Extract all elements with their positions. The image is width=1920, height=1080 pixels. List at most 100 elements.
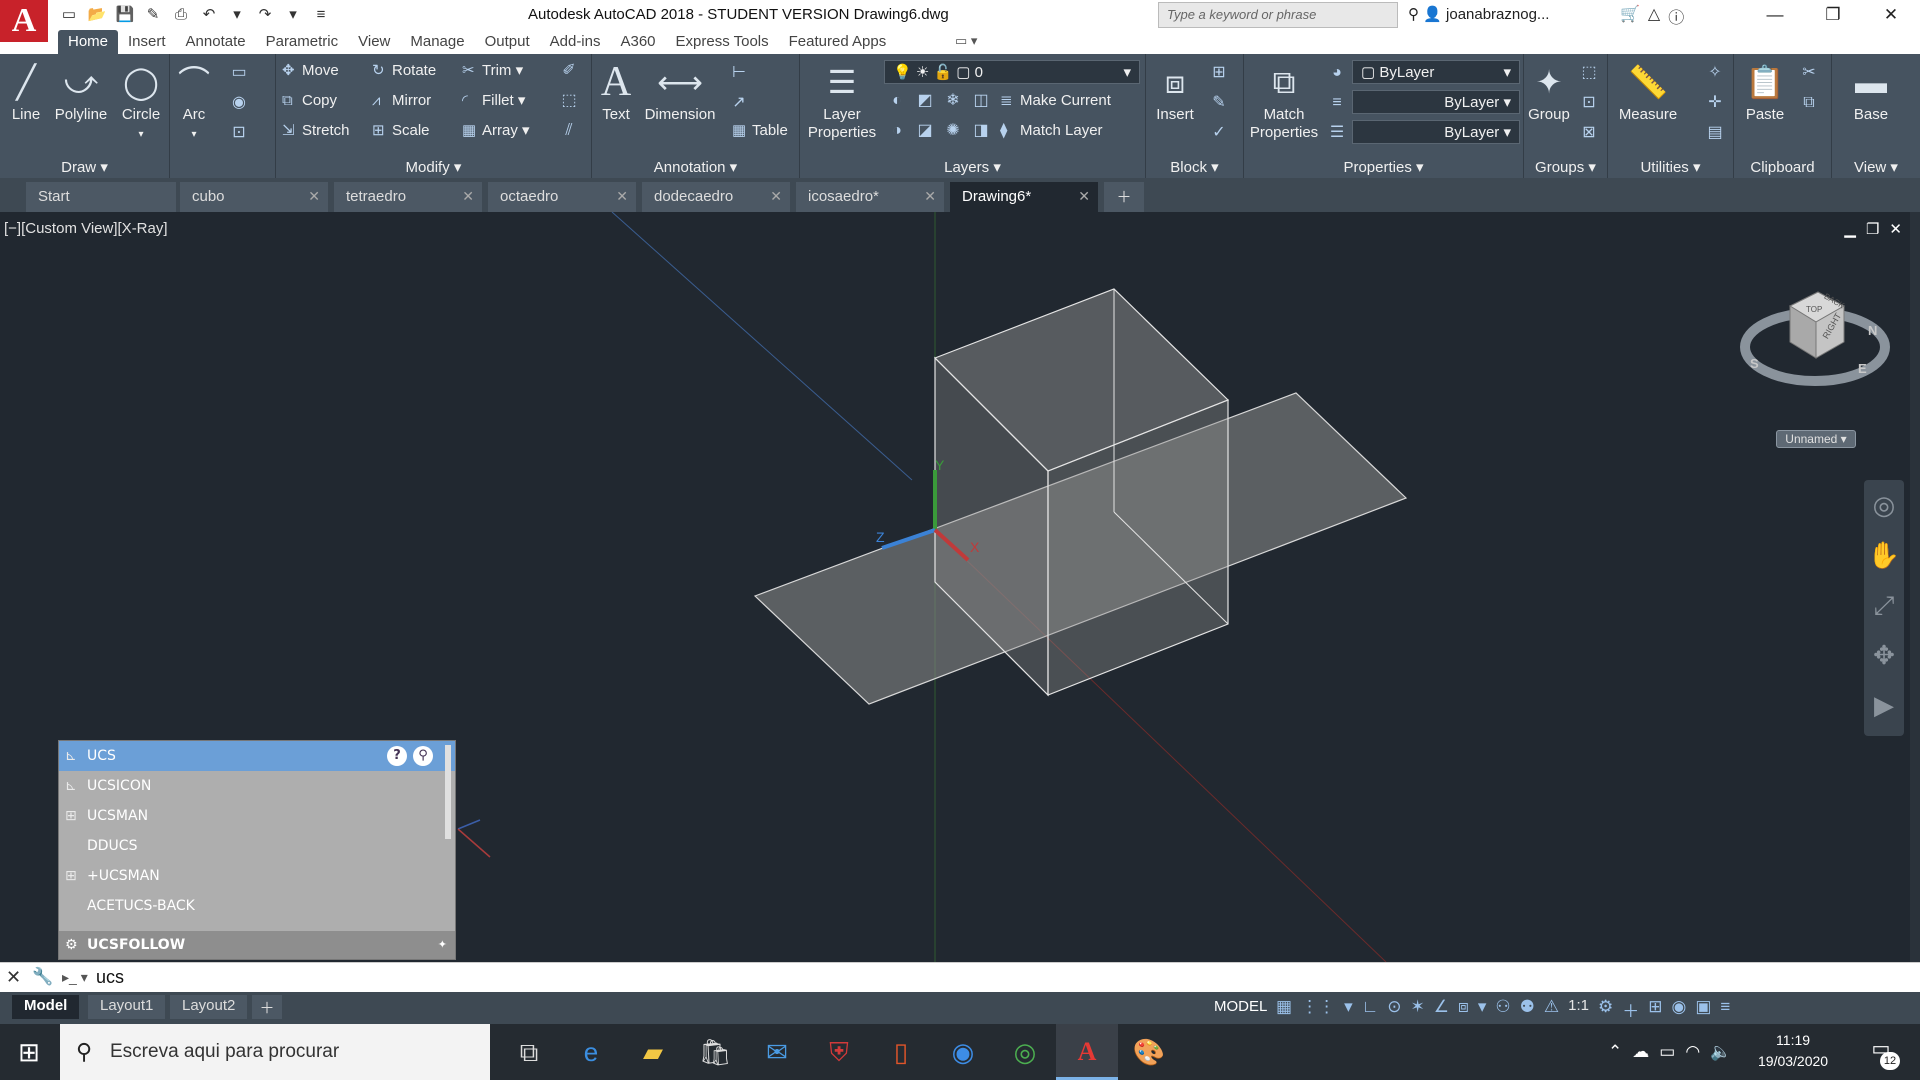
edit-block-icon[interactable]: ✎: [1206, 90, 1232, 116]
view-panel-title[interactable]: View ▾: [1832, 158, 1920, 176]
snap-icon[interactable]: ⋮⋮: [1301, 997, 1335, 1022]
layers-panel-title[interactable]: Layers ▾: [800, 158, 1145, 176]
model-space-button[interactable]: MODEL: [1210, 998, 1271, 1015]
tab-featured-apps[interactable]: Featured Apps: [779, 30, 897, 54]
autocomplete-item-dducs[interactable]: DDUCS: [59, 831, 455, 861]
binoculars-icon[interactable]: ⚲: [1408, 6, 1423, 23]
chevron-down-icon[interactable]: ▾: [1478, 997, 1487, 1022]
wifi-icon[interactable]: ◠: [1685, 1024, 1700, 1080]
close-tab-icon[interactable]: ✕: [1078, 188, 1090, 205]
hatch-icon[interactable]: ◉: [226, 90, 252, 116]
file-tab-icosaedro[interactable]: icosaedro* ✕: [796, 182, 944, 212]
viewport-scrollbar[interactable]: [1910, 212, 1920, 962]
rotate-button[interactable]: ↻ Rotate: [372, 58, 436, 84]
tab-parametric[interactable]: Parametric: [256, 30, 349, 54]
color-dropdown[interactable]: ▢ ByLayer ▾: [1352, 60, 1520, 84]
explode-icon[interactable]: ⬚: [556, 88, 582, 114]
office-icon[interactable]: ▯: [870, 1024, 932, 1080]
layer-properties-button[interactable]: ☰ Layer Properties: [806, 58, 878, 142]
volume-icon[interactable]: 🔈: [1710, 1024, 1731, 1080]
group-edit-icon[interactable]: ⊡: [1576, 90, 1602, 116]
close-tab-icon[interactable]: ✕: [462, 188, 474, 205]
clean-screen-icon[interactable]: ▣: [1695, 997, 1711, 1022]
draw-panel-title[interactable]: Draw ▾: [0, 158, 169, 176]
autocad-taskbar-icon[interactable]: A: [1056, 1024, 1118, 1080]
modify-panel-title[interactable]: Modify ▾: [276, 158, 591, 176]
layer-walk-icon[interactable]: ◑: [884, 118, 910, 144]
erase-icon[interactable]: ✐: [556, 58, 582, 84]
group-select-icon[interactable]: ⊠: [1576, 120, 1602, 146]
id-point-icon[interactable]: ✛: [1702, 90, 1728, 116]
group-button[interactable]: ✦ Group: [1526, 58, 1572, 124]
fillet-button[interactable]: ◜ Fillet ▾: [462, 88, 525, 114]
block-panel-title[interactable]: Block ▾: [1146, 158, 1243, 176]
calculator-icon[interactable]: ▤: [1702, 120, 1728, 146]
taskbar-search-input[interactable]: ⚲ Escreva aqui para procurar: [60, 1024, 490, 1080]
customize-qat-icon[interactable]: ≡: [308, 4, 334, 26]
ortho-icon[interactable]: ✶: [1411, 997, 1425, 1022]
region-icon[interactable]: ⊡: [226, 120, 252, 146]
layer-thaw-icon[interactable]: ✺: [940, 118, 966, 144]
autodesk-a360-icon[interactable]: △: [1648, 4, 1660, 28]
file-tab-tetraedro[interactable]: tetraedro ✕: [334, 182, 482, 212]
linetype-dropdown[interactable]: ByLayer ▾: [1352, 90, 1520, 114]
internet-search-icon[interactable]: ⚲: [413, 746, 433, 766]
object-snap-icon[interactable]: ⧈: [1458, 997, 1469, 1022]
tab-a360[interactable]: A360: [610, 30, 665, 54]
file-tab-drawing6[interactable]: Drawing6* ✕: [950, 182, 1098, 212]
close-tab-icon[interactable]: ✕: [770, 188, 782, 205]
zoom-icon[interactable]: ◉: [932, 1024, 994, 1080]
save-icon[interactable]: 💾: [112, 4, 138, 26]
annotation-visibility-icon[interactable]: ⚇: [1495, 997, 1510, 1022]
tab-manage[interactable]: Manage: [400, 30, 474, 54]
base-button[interactable]: ▬ Base: [1846, 58, 1896, 124]
file-explorer-icon[interactable]: ▰: [622, 1024, 684, 1080]
chevron-up-icon[interactable]: ⌃: [1608, 1024, 1622, 1080]
layout-tab-model[interactable]: Model: [12, 995, 80, 1019]
properties-panel-title[interactable]: Properties ▾: [1244, 158, 1523, 176]
orbit-icon[interactable]: ✥: [1864, 630, 1904, 680]
expand-icon[interactable]: ✦: [438, 931, 447, 959]
viewport-restore-icon[interactable]: ❐: [1866, 220, 1879, 238]
autocomplete-item-ucs[interactable]: ⊾ UCS ? ⚲: [59, 741, 455, 771]
battery-icon[interactable]: ▭: [1659, 1024, 1675, 1080]
zoom-extents-icon[interactable]: ⤢: [1864, 580, 1904, 630]
file-tab-octaedro[interactable]: octaedro ✕: [488, 182, 636, 212]
store-icon[interactable]: 🛍: [684, 1024, 746, 1080]
layer-freeze-icon[interactable]: ❄: [940, 88, 966, 114]
onedrive-icon[interactable]: ☁: [1632, 1024, 1649, 1080]
copy-button[interactable]: ⧉ Copy: [282, 88, 337, 114]
polyline-button[interactable]: ⤻ Polyline: [50, 58, 112, 124]
insert-block-button[interactable]: ⧈ Insert: [1150, 58, 1200, 124]
tab-annotate[interactable]: Annotate: [176, 30, 256, 54]
polar-tracking-icon[interactable]: ∠: [1434, 997, 1449, 1022]
restore-button[interactable]: ❐: [1804, 0, 1862, 30]
redo-icon[interactable]: ↷: [252, 4, 278, 26]
tab-view[interactable]: View: [348, 30, 400, 54]
layer-off-icon[interactable]: ◐: [884, 88, 910, 114]
minimize-button[interactable]: —: [1746, 0, 1804, 30]
new-tab-button[interactable]: ＋: [1104, 182, 1144, 212]
scale-button[interactable]: ⊞ Scale: [372, 118, 430, 144]
circle-button[interactable]: ◯ Circle ▾: [116, 58, 166, 144]
viewport-controls-label[interactable]: [−][Custom View][X-Ray]: [4, 220, 168, 237]
arc-button[interactable]: ⌒ Arc ▾: [170, 58, 218, 144]
tab-home[interactable]: Home: [58, 30, 119, 54]
units-icon[interactable]: ⊞: [1648, 997, 1662, 1022]
tab-insert[interactable]: Insert: [118, 30, 176, 54]
stretch-button[interactable]: ⇲ Stretch: [282, 118, 350, 144]
lineweight-dropdown[interactable]: ByLayer ▾: [1352, 120, 1520, 144]
autocomplete-scrollbar[interactable]: [445, 745, 451, 839]
command-input[interactable]: ucs: [96, 967, 124, 988]
line-button[interactable]: ╱ Line: [6, 58, 46, 124]
print-icon[interactable]: ⎙: [168, 4, 194, 26]
isolate-objects-icon[interactable]: ◉: [1671, 997, 1686, 1022]
rectangle-icon[interactable]: ▭: [226, 60, 252, 86]
autocomplete-item-plus-ucsman[interactable]: ⊞ +UCSMAN: [59, 861, 455, 891]
array-button[interactable]: ▦ Array ▾: [462, 118, 530, 144]
utilities-panel-title[interactable]: Utilities ▾: [1608, 158, 1733, 176]
dimension-button[interactable]: ⟷ Dimension: [640, 58, 720, 124]
match-layer-button[interactable]: ⧫ Match Layer: [1000, 118, 1103, 144]
layer-isolate-icon[interactable]: ◩: [912, 88, 938, 114]
cart-icon[interactable]: 🛒: [1620, 4, 1640, 28]
